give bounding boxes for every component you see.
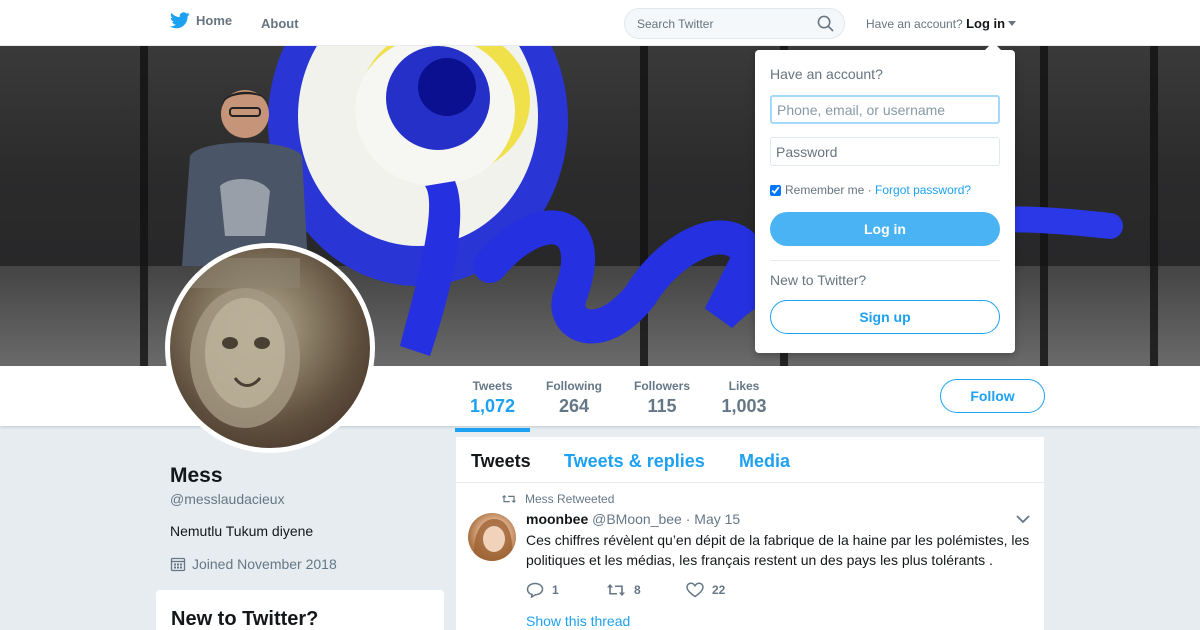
twitter-bird-icon xyxy=(170,12,190,29)
tweet-author-handle[interactable]: @BMoon_bee xyxy=(592,511,682,527)
username-input[interactable] xyxy=(770,95,1000,124)
stat-followers-label: Followers xyxy=(633,379,690,393)
retweeted-by-label[interactable]: Mess Retweeted xyxy=(525,492,614,506)
retweet-small-icon xyxy=(501,495,517,503)
retweet-context-row: Mess Retweeted xyxy=(501,492,614,506)
stat-tweets-label: Tweets xyxy=(472,379,513,393)
retweet-action[interactable]: 8 xyxy=(606,582,686,598)
login-prompt-text: Have an account? xyxy=(866,17,963,31)
nav-home-link[interactable]: Home xyxy=(170,12,232,29)
show-thread-link[interactable]: Show this thread xyxy=(526,613,630,629)
profile-bio: Nemutlu Tukum diyene xyxy=(170,523,314,539)
tweet-author-name[interactable]: moonbee xyxy=(526,511,588,527)
stat-likes-label: Likes xyxy=(728,379,760,393)
retweet-count: 8 xyxy=(634,583,641,597)
remember-me-checkbox[interactable] xyxy=(770,184,781,196)
reply-action[interactable]: 1 xyxy=(526,582,606,598)
heart-icon xyxy=(686,582,704,598)
calendar-icon xyxy=(170,557,186,572)
reply-count: 1 xyxy=(552,583,559,597)
stat-following-value: 264 xyxy=(558,396,590,416)
stat-following-label: Following xyxy=(546,379,602,393)
caret-down-icon xyxy=(1008,21,1017,26)
stat-followers[interactable]: Followers 115 xyxy=(633,379,691,417)
stat-followers-value: 115 xyxy=(647,396,677,416)
stat-likes-value: 1,003 xyxy=(721,396,767,416)
profile-joined: Joined November 2018 xyxy=(170,556,337,572)
login-dropdown-title: Have an account? xyxy=(770,66,883,82)
nav-about-link[interactable]: About xyxy=(261,16,299,31)
new-to-twitter-card: New to Twitter? xyxy=(156,590,444,630)
remember-me-row: Remember me · Forgot password? xyxy=(770,183,971,197)
retweet-action-icon xyxy=(607,584,625,596)
dropdown-divider xyxy=(770,260,1000,261)
search-input[interactable] xyxy=(625,9,805,31)
remember-me-label: Remember me xyxy=(785,183,865,197)
like-count: 22 xyxy=(712,583,726,597)
new-to-twitter-prompt: New to Twitter? xyxy=(770,272,867,288)
login-dropdown: Have an account? Remember me · Forgot pa… xyxy=(755,42,1015,353)
follow-button[interactable]: Follow xyxy=(940,379,1045,413)
profile-name[interactable]: Mess xyxy=(170,464,223,488)
password-input[interactable] xyxy=(770,137,1000,166)
stat-tweets-value: 1,072 xyxy=(470,396,516,416)
tweet-date[interactable]: · May 15 xyxy=(686,511,740,527)
stat-likes[interactable]: Likes 1,003 xyxy=(721,379,767,417)
reply-icon xyxy=(526,582,544,598)
tweet-content: Mess Retweeted moonbee @BMoon_bee · May … xyxy=(456,437,1044,630)
login-menu-label: Log in xyxy=(966,16,1006,31)
new-to-twitter-heading: New to Twitter? xyxy=(171,608,319,630)
login-prompt: Have an account? Log in xyxy=(866,16,1017,31)
tweet-actions: 1 8 22 xyxy=(526,582,725,598)
search-box xyxy=(624,8,845,39)
nav-home-label: Home xyxy=(196,13,233,28)
login-menu-link[interactable]: Log in xyxy=(966,16,1017,31)
tweet-author-avatar[interactable] xyxy=(468,513,516,561)
chevron-down-icon[interactable] xyxy=(1016,515,1030,524)
search-icon[interactable] xyxy=(817,15,834,32)
forgot-password-link[interactable]: Forgot password? xyxy=(875,183,971,197)
tweet-header: moonbee @BMoon_bee · May 15 xyxy=(526,511,740,527)
stat-following[interactable]: Following 264 xyxy=(545,379,603,417)
profile-joined-text: Joined November 2018 xyxy=(192,556,337,572)
signup-button[interactable]: Sign up xyxy=(770,300,1000,334)
login-submit-button[interactable]: Log in xyxy=(770,212,1000,246)
like-action[interactable]: 22 xyxy=(686,582,725,598)
tweet-text: Ces chiffres révèlent qu’en dépit de la … xyxy=(526,532,1030,568)
profile-avatar[interactable] xyxy=(165,243,375,453)
remember-separator: · xyxy=(867,183,872,197)
top-nav-bar: Home About Have an account? Log in xyxy=(0,0,1200,46)
stat-tweets[interactable]: Tweets 1,072 xyxy=(455,379,530,432)
profile-handle[interactable]: @messlaudacieux xyxy=(170,491,285,507)
